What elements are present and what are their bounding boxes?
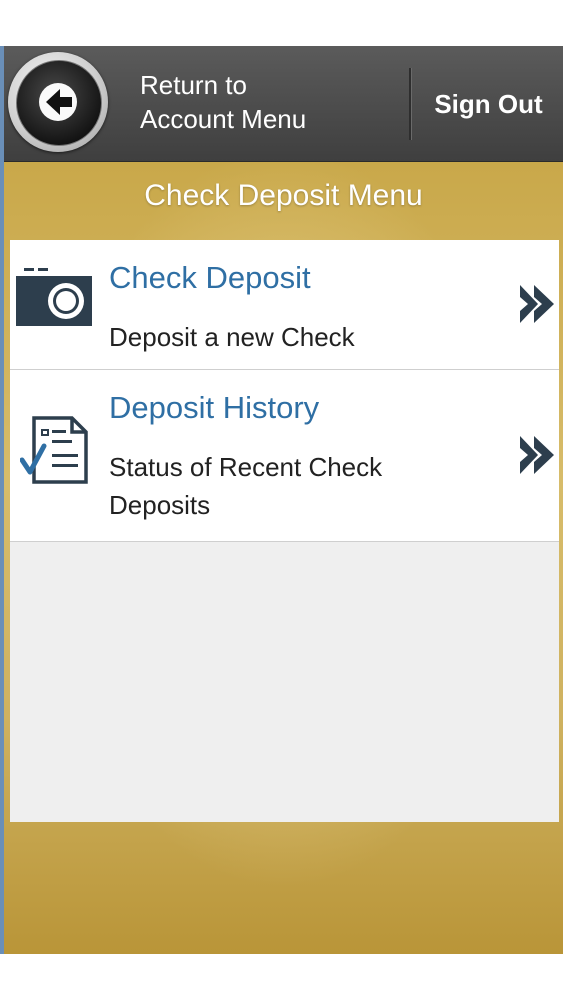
header-divider [409, 68, 412, 140]
menu-item-check-deposit[interactable]: Check Deposit Deposit a new Check [10, 240, 559, 370]
bottom-area [0, 954, 563, 1000]
camera-icon [16, 268, 92, 326]
back-label-line1: Return to [140, 70, 247, 100]
back-button[interactable] [8, 52, 108, 152]
check-deposit-title: Check Deposit [109, 260, 311, 295]
deposit-history-description: Status of Recent Check Deposits [109, 452, 383, 520]
back-label[interactable]: Return to Account Menu [140, 68, 370, 136]
document-check-icon [20, 416, 88, 484]
chevron-right-icon [520, 436, 554, 474]
sign-out-button[interactable]: Sign Out [414, 82, 563, 126]
top-header: Return to Account Menu Sign Out [4, 46, 563, 162]
page-title: Check Deposit Menu [144, 179, 423, 212]
app-screen: Return to Account Menu Sign Out Check De… [0, 0, 563, 1000]
back-label-line2: Account Menu [140, 104, 307, 134]
menu-item-deposit-history[interactable]: Deposit History Status of Recent Check D… [10, 370, 559, 542]
back-arrow-icon [46, 89, 72, 115]
deposit-history-title: Deposit History [109, 390, 320, 425]
check-deposit-description: Deposit a new Check [109, 322, 355, 352]
chevron-right-icon [520, 285, 554, 323]
